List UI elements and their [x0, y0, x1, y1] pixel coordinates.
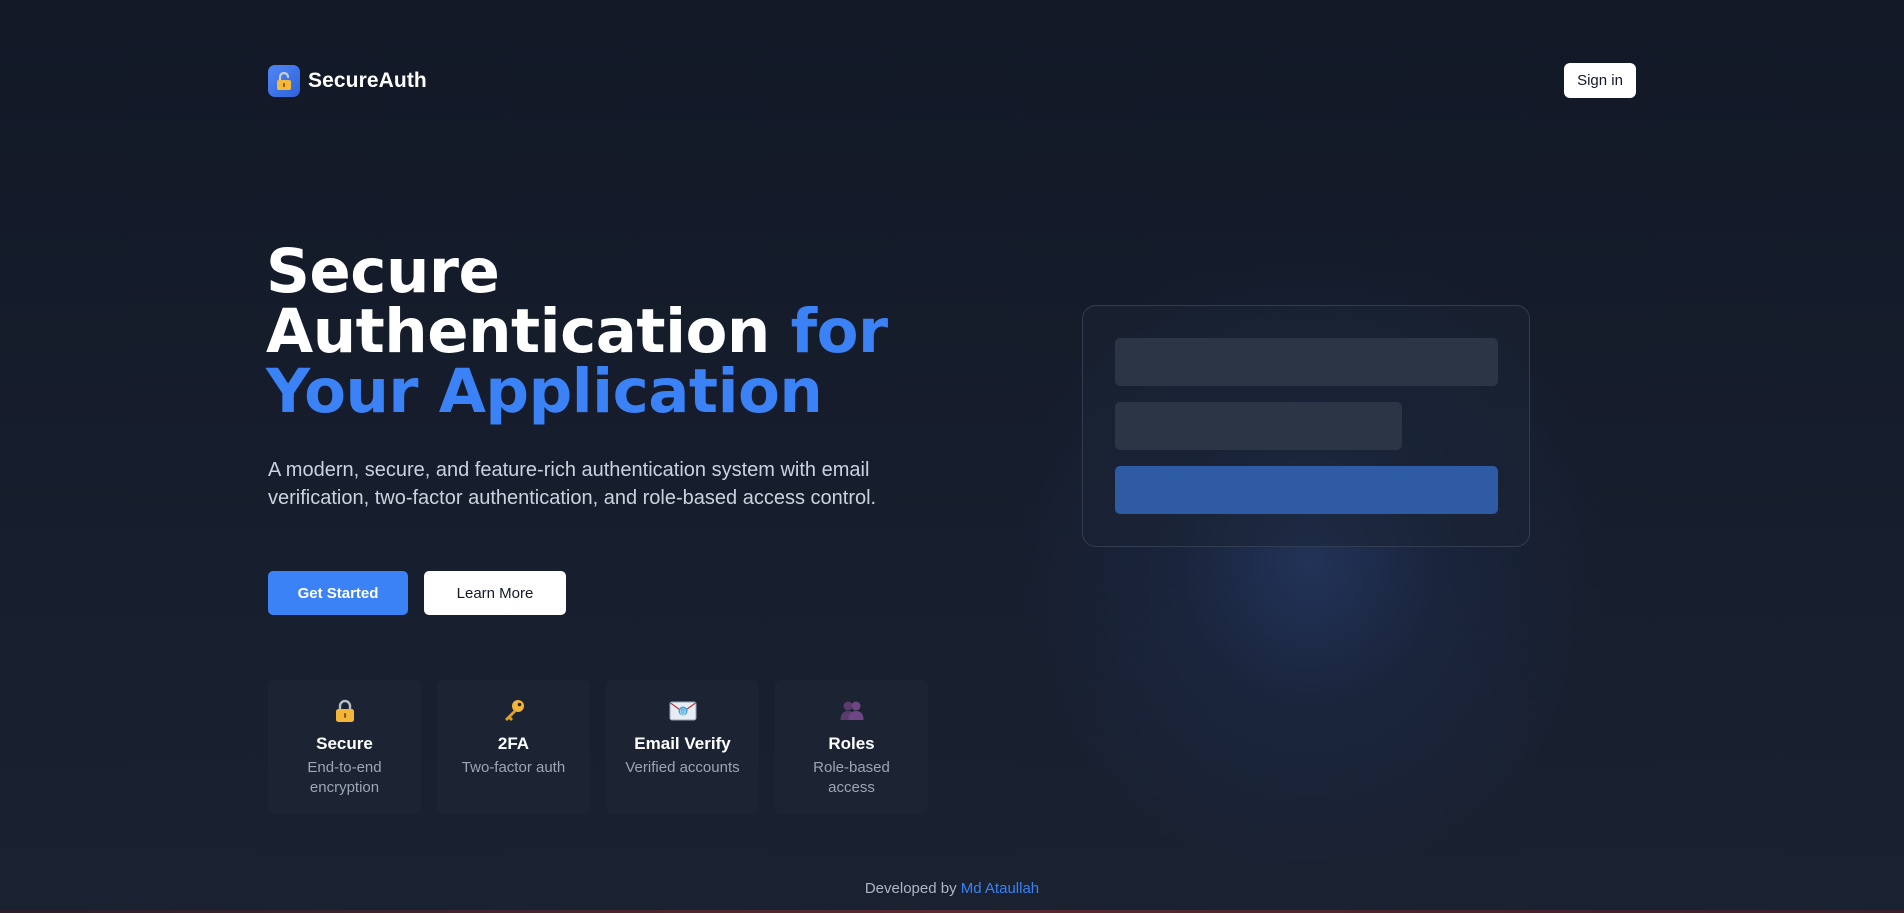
hero-title-line3: Your Application: [266, 356, 823, 427]
feature-title: Secure: [316, 734, 373, 753]
hero-title-line1: Secure: [266, 236, 500, 307]
email-icon: @: [606, 697, 759, 725]
feature-title: 2FA: [497, 734, 530, 753]
hero-title-line2: Authentication for: [266, 301, 906, 362]
feature-subtitle: Two-factor auth: [461, 759, 566, 776]
feature-subtitle: Verified accounts: [625, 759, 740, 776]
preview-button-placeholder: [1115, 466, 1498, 514]
get-started-button[interactable]: Get Started: [268, 571, 408, 615]
feature-card-2fa: 2FA Two-factor auth: [437, 680, 590, 814]
svg-text:@: @: [679, 708, 686, 716]
feature-title: Email Verify: [634, 734, 731, 753]
feature-subtitle: End-to-end encryption: [307, 759, 382, 796]
feature-card-roles: Roles Role-based access: [775, 680, 928, 814]
feature-list: Secure End-to-end encryption 2FA Two-fac…: [268, 680, 928, 814]
preview-input-placeholder: [1115, 402, 1402, 450]
author-link[interactable]: Md Ataullah: [961, 880, 1039, 897]
users-icon: [775, 697, 928, 725]
feature-subtitle: Role-based access: [813, 759, 890, 796]
sign-in-button[interactable]: Sign in: [1564, 63, 1636, 98]
lock-icon: [268, 65, 300, 97]
footer: Developed by Md Ataullah: [0, 880, 1904, 897]
hero-description: A modern, secure, and feature-rich authe…: [268, 459, 877, 509]
preview-input-placeholder: [1115, 338, 1498, 386]
feature-card-email-verify: @ Email Verify Verified accounts: [606, 680, 759, 814]
brand-name: SecureAuth: [308, 69, 427, 92]
learn-more-button[interactable]: Learn More: [424, 571, 566, 615]
login-preview-card: [1082, 305, 1530, 547]
key-icon: [437, 697, 590, 725]
brand[interactable]: SecureAuth: [268, 65, 427, 97]
lock-icon: [268, 697, 421, 725]
footer-prefix: Developed by: [864, 880, 957, 897]
feature-title: Roles: [828, 734, 875, 753]
feature-card-secure: Secure End-to-end encryption: [268, 680, 421, 814]
hero-title: Secure Authentication for Your Applicati…: [266, 236, 906, 427]
